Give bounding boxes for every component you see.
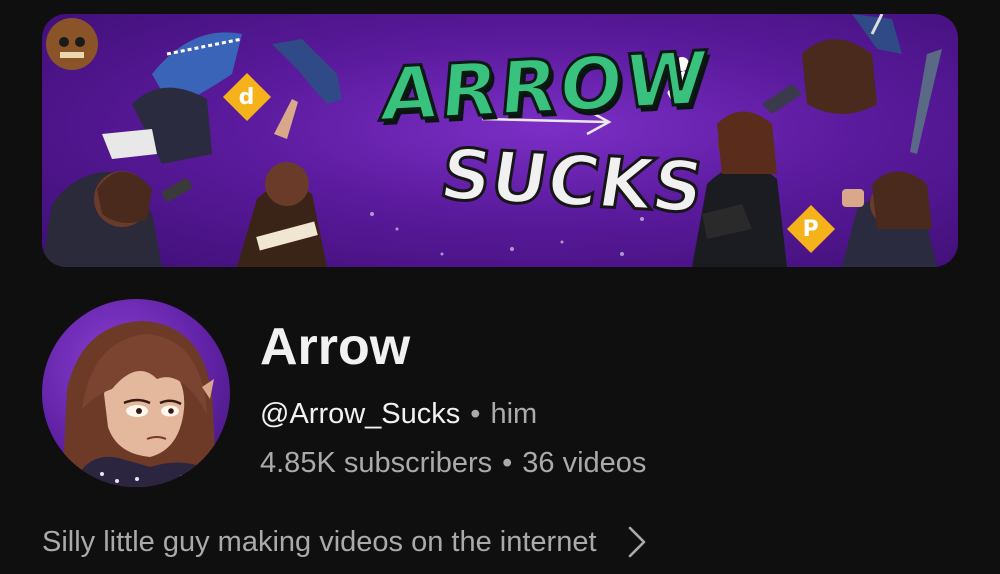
banner-badge-left-label: d — [239, 84, 255, 110]
banner-subtitle: SUCKS — [433, 132, 710, 231]
channel-avatar[interactable] — [42, 299, 230, 487]
channel-handle: @Arrow_Sucks — [260, 398, 461, 430]
channel-description: Silly little guy making videos on the in… — [42, 525, 597, 558]
banner-title: ARROW — [376, 34, 714, 140]
video-count: 36 videos — [522, 447, 647, 479]
separator-dot: • — [470, 398, 481, 430]
channel-pronouns: him — [490, 398, 538, 430]
banner-badge-right-label: P — [802, 216, 820, 242]
channel-description-row[interactable]: Silly little guy making videos on the in… — [42, 520, 647, 564]
channel-handle-line: @Arrow_Sucks • him — [260, 394, 537, 434]
channel-stats: 4.85K subscribers • 36 videos — [260, 443, 646, 483]
avatar-artwork — [62, 321, 217, 487]
channel-banner: ARROW SUCKS d P — [42, 14, 958, 267]
channel-page: ARROW SUCKS d P Arrow @Arrow_Sucks • him… — [0, 0, 1000, 574]
subscriber-count: 4.85K subscribers — [260, 447, 493, 479]
chevron-right-icon[interactable] — [627, 525, 647, 559]
channel-name: Arrow — [260, 318, 411, 376]
separator-dot: • — [502, 447, 513, 479]
